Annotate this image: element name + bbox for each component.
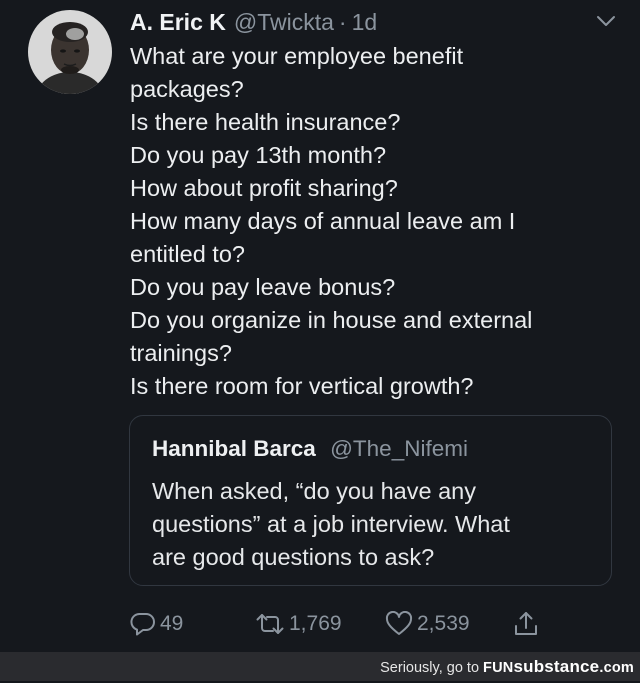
quoted-tweet-text: When asked, “do you have any questions” … bbox=[152, 475, 592, 574]
reply-button[interactable]: 49 bbox=[130, 609, 183, 639]
chevron-down-icon[interactable] bbox=[596, 14, 616, 28]
reply-count: 49 bbox=[160, 612, 184, 635]
reply-icon bbox=[130, 613, 155, 636]
tweet-line: entitled to? bbox=[130, 241, 245, 267]
tweet-line: trainings? bbox=[130, 340, 232, 366]
footer-prefix: Seriously, go to bbox=[380, 660, 484, 676]
quoted-tweet-line: questions” at a job interview. What bbox=[152, 511, 510, 537]
quoted-tweet-header: Hannibal Barca @The_Nifemi bbox=[152, 433, 468, 465]
footer-brand[interactable]: FUNsubstance.com bbox=[483, 657, 634, 676]
tweet-card[interactable]: A. Eric K @Twickta · 1d What are your em… bbox=[0, 0, 640, 652]
retweet-icon bbox=[256, 614, 284, 634]
quoted-tweet-line: When asked, “do you have any bbox=[152, 478, 476, 504]
brand-part-substance: substance bbox=[513, 657, 600, 676]
quoted-tweet-line: are good questions to ask? bbox=[152, 544, 435, 570]
tweet-header: A. Eric K @Twickta · 1d bbox=[130, 5, 377, 39]
tweet-actions: 49 1,769 2,539 bbox=[0, 603, 640, 643]
share-icon bbox=[515, 612, 537, 635]
author-handle[interactable]: @Twickta bbox=[234, 5, 334, 39]
avatar[interactable] bbox=[28, 10, 112, 94]
tweet-line: Do you organize in house and external bbox=[130, 307, 533, 333]
tweet-line: Do you pay leave bonus? bbox=[130, 274, 396, 300]
quoted-tweet[interactable]: Hannibal Barca @The_Nifemi When asked, “… bbox=[129, 415, 612, 586]
tweet-line: How about profit sharing? bbox=[130, 175, 398, 201]
quoted-author-name: Hannibal Barca bbox=[152, 436, 316, 461]
timestamp[interactable]: 1d bbox=[352, 5, 378, 39]
brand-part-com: .com bbox=[599, 660, 634, 676]
tweet-line: Do you pay 13th month? bbox=[130, 142, 387, 168]
heart-icon bbox=[385, 611, 413, 635]
tweet-line: How many days of annual leave am I bbox=[130, 208, 516, 234]
retweet-button[interactable]: 1,769 bbox=[255, 609, 342, 639]
author-name[interactable]: A. Eric K bbox=[130, 5, 226, 39]
share-button[interactable] bbox=[512, 609, 540, 639]
tweet-line: What are your employee benefit bbox=[130, 43, 464, 69]
quoted-author-handle: @The_Nifemi bbox=[330, 436, 468, 461]
tweet-line: Is there health insurance? bbox=[130, 109, 401, 135]
tweet-text: What are your employee benefit packages?… bbox=[130, 40, 620, 403]
profile-photo-icon bbox=[28, 10, 112, 94]
separator-dot: · bbox=[338, 9, 347, 35]
tweet-line: packages? bbox=[130, 76, 244, 102]
retweet-count: 1,769 bbox=[289, 612, 342, 635]
like-button[interactable]: 2,539 bbox=[385, 609, 470, 639]
brand-part-fun: FUN bbox=[483, 660, 514, 676]
like-count: 2,539 bbox=[417, 612, 470, 635]
tweet-line: Is there room for vertical growth? bbox=[130, 373, 474, 399]
watermark-footer: Seriously, go to FUNsubstance.com bbox=[0, 652, 640, 681]
